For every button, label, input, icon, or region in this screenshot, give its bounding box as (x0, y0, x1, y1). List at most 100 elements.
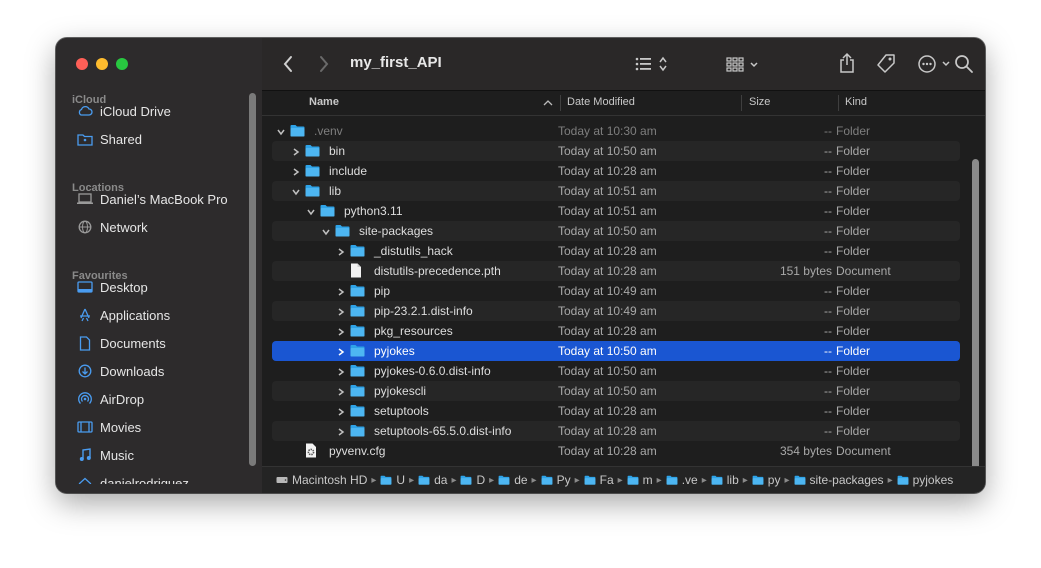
path-item[interactable]: da (418, 473, 447, 487)
file-size: -- (824, 184, 832, 198)
sidebar-item-shared[interactable]: Shared (66, 127, 252, 151)
sidebar-item-applications[interactable]: Applications (66, 303, 252, 327)
column-kind[interactable]: Kind (845, 96, 867, 108)
disclosure-chevron-right-icon[interactable] (291, 146, 301, 156)
path-item[interactable]: site-packages (794, 473, 884, 487)
disclosure-chevron-down-icon[interactable] (276, 126, 286, 136)
path-separator-icon: ▸ (531, 474, 537, 486)
path-item[interactable]: D (460, 473, 485, 487)
sort-ascending-icon[interactable] (543, 99, 553, 107)
file-row-pip[interactable]: pip Today at 10:49 am -- Folder (272, 281, 960, 301)
folder-icon (498, 475, 510, 485)
column-divider[interactable] (838, 95, 839, 111)
disclosure-chevron-right-icon[interactable] (336, 326, 346, 336)
path-item-label: Fa (599, 473, 614, 487)
file-row-site-packages[interactable]: site-packages Today at 10:50 am -- Folder (272, 221, 960, 241)
sidebar-item-label: AirDrop (100, 391, 145, 407)
file-row-distutils-hack[interactable]: _distutils_hack Today at 10:28 am -- Folder (272, 241, 960, 261)
disclosure-chevron-right-icon[interactable] (336, 346, 346, 356)
path-item[interactable]: Py (541, 473, 571, 487)
file-row-setuptools-65-5-0-dist-info[interactable]: setuptools-65.5.0.dist-info Today at 10:2… (272, 421, 960, 441)
sidebar-item-downloads[interactable]: Downloads (66, 359, 252, 383)
folder-icon (794, 475, 806, 485)
zoom-window-button[interactable] (116, 58, 128, 70)
file-row-distutils-precedence-pth[interactable]: distutils-precedence.pth Today at 10:28 a… (272, 261, 960, 281)
sidebar-item-network[interactable]: Network (66, 215, 252, 239)
close-window-button[interactable] (76, 58, 88, 70)
file-size: -- (824, 144, 832, 158)
file-row-pkg-resources[interactable]: pkg_resources Today at 10:28 am -- Folder (272, 321, 960, 341)
sidebar-item-documents[interactable]: Documents (66, 331, 252, 355)
download-icon (72, 364, 98, 378)
folder-icon (584, 475, 596, 485)
file-row-lib[interactable]: lib Today at 10:51 am -- Folder (272, 181, 960, 201)
disclosure-chevron-right-icon[interactable] (336, 366, 346, 376)
sidebar-item-daniel-s-macbook-pro[interactable]: Daniel’s MacBook Pro (66, 187, 252, 211)
file-row-pyjokes-0-6-0-dist-info[interactable]: pyjokes-0.6.0.dist-info Today at 10:50 am… (272, 361, 960, 381)
sidebar-item-movies[interactable]: Movies (66, 415, 252, 439)
back-button[interactable] (278, 54, 298, 74)
file-row-pip-23-2-1-dist-info[interactable]: pip-23.2.1.dist-info Today at 10:49 am -- F… (272, 301, 960, 321)
path-separator-icon: ▸ (656, 474, 662, 486)
disclosure-chevron-right-icon[interactable] (336, 306, 346, 316)
tag-icon (877, 54, 895, 73)
path-item[interactable]: Fa (584, 473, 614, 487)
sidebar-item-danielrodriguez[interactable]: danielrodriguez (66, 471, 252, 484)
path-item[interactable]: U (380, 473, 405, 487)
column-size[interactable]: Size (749, 96, 770, 108)
path-item[interactable]: Macintosh HD (276, 473, 367, 487)
sidebar-scrollbar[interactable] (249, 93, 256, 466)
file-kind: Folder (836, 404, 871, 418)
share-button[interactable] (836, 51, 858, 75)
file-size: -- (824, 404, 832, 418)
file-row-bin[interactable]: bin Today at 10:50 am -- Folder (272, 141, 960, 161)
column-name[interactable]: Name (309, 96, 339, 108)
folder-icon (380, 475, 392, 485)
file-row-pyjokes[interactable]: pyjokes Today at 10:50 am -- Folder (272, 341, 960, 361)
file-size: -- (824, 324, 832, 338)
disclosure-chevron-right-icon[interactable] (291, 166, 301, 176)
disclosure-chevron-down-icon[interactable] (321, 226, 331, 236)
file-row-python3-11[interactable]: python3.11 Today at 10:51 am -- Folder (272, 201, 960, 221)
disclosure-chevron-right-icon[interactable] (336, 406, 346, 416)
sidebar-item-icloud-drive[interactable]: iCloud Drive (66, 99, 252, 123)
path-item[interactable]: de (498, 473, 528, 487)
group-button[interactable] (724, 52, 764, 76)
file-row-pyvenv-cfg[interactable]: pyvenv.cfg Today at 10:28 am 354 bytes Docu… (272, 441, 960, 461)
sidebar-item-desktop[interactable]: Desktop (66, 275, 252, 299)
disclosure-chevron-right-icon[interactable] (336, 386, 346, 396)
search-button[interactable] (952, 52, 976, 76)
column-divider[interactable] (560, 95, 561, 111)
column-header: Name Date Modified Size Kind (262, 91, 985, 116)
path-bar: Macintosh HD ▸ U ▸ da ▸ D ▸ de ▸ Py ▸ Fa ▸ m ▸ .ve ▸ lib ▸ p… (262, 466, 985, 493)
path-item[interactable]: py (752, 473, 780, 487)
more-actions-button[interactable] (916, 52, 956, 76)
file-row-include[interactable]: include Today at 10:28 am -- Folder (272, 161, 960, 181)
forward-button[interactable] (314, 54, 334, 74)
disclosure-chevron-right-icon[interactable] (336, 246, 346, 256)
path-item[interactable]: pyjokes (897, 473, 953, 487)
file-kind: Folder (836, 124, 871, 138)
path-item[interactable]: lib (711, 473, 739, 487)
search-icon (955, 55, 973, 73)
file-row-venv[interactable]: .venv Today at 10:30 am -- Folder (272, 121, 960, 141)
column-divider[interactable] (741, 95, 742, 111)
disclosure-chevron-down-icon[interactable] (306, 206, 316, 216)
tags-button[interactable] (874, 52, 898, 76)
column-date-modified[interactable]: Date Modified (567, 96, 635, 108)
file-row-pyjokescli[interactable]: pyjokescli Today at 10:50 am -- Folder (272, 381, 960, 401)
disclosure-chevron-down-icon[interactable] (291, 186, 301, 196)
path-item[interactable]: .ve (666, 473, 698, 487)
sidebar-item-airdrop[interactable]: AirDrop (66, 387, 252, 411)
sidebar-item-music[interactable]: Music (66, 443, 252, 467)
file-row-setuptools[interactable]: setuptools Today at 10:28 am -- Folder (272, 401, 960, 421)
path-item[interactable]: m (627, 473, 653, 487)
file-list-scrollbar[interactable] (972, 159, 979, 493)
chevron-right-icon (320, 56, 329, 72)
minimize-window-button[interactable] (96, 58, 108, 70)
file-name: pip-23.2.1.dist-info (374, 304, 473, 318)
view-list-button[interactable] (634, 52, 674, 76)
file-size: -- (824, 364, 832, 378)
disclosure-chevron-right-icon[interactable] (336, 426, 346, 436)
disclosure-chevron-right-icon[interactable] (336, 286, 346, 296)
